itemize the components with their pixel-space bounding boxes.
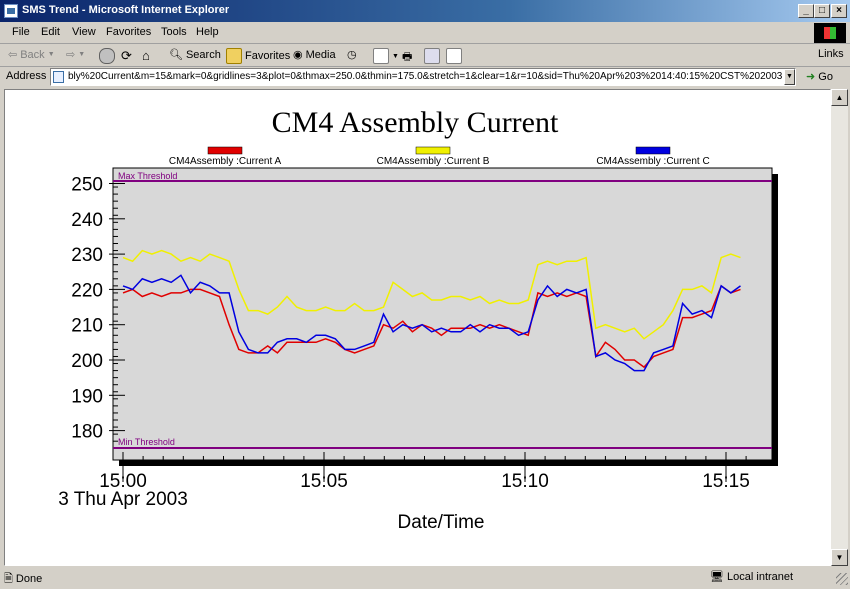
toolbar: ⇦ Back ▼ ⇨ ▼ ⟳ ⌂ 🔍︎ Search Favorites ◉ Media …: [0, 44, 850, 67]
forward-arrow-icon: ⇨: [66, 49, 76, 61]
menu-bar: File Edit View Favorites Tools Help: [0, 22, 850, 44]
y-tick-label: 180: [71, 422, 103, 443]
address-bar: Address bly%20Current&m=15&mark=0&gridli…: [0, 66, 850, 88]
status-bar: 🗎 Done 🖥︎ Local intranet: [0, 567, 850, 587]
legend-swatch-2: [415, 146, 451, 155]
stop-icon: [99, 48, 115, 64]
mail-button[interactable]: ▼: [373, 48, 399, 64]
security-zone: 🖥︎ Local intranet: [710, 570, 793, 583]
x-tick-label: 15:10: [501, 471, 549, 492]
search-icon: 🔍︎: [169, 49, 183, 61]
print-icon: 🖶︎: [402, 51, 413, 63]
refresh-icon: ⟳: [121, 48, 132, 63]
address-input[interactable]: bly%20Current&m=15&mark=0&gridlines=3&pl…: [50, 68, 796, 86]
back-label: Back: [20, 48, 45, 61]
edit-button[interactable]: [424, 48, 440, 64]
search-button[interactable]: 🔍︎ Search: [169, 48, 221, 62]
y-tick-label: 240: [71, 210, 103, 231]
legend-label-2: CM4Assembly :Current B: [377, 156, 490, 167]
links-button[interactable]: Links: [818, 48, 844, 60]
min-threshold-label: Min Threshold: [118, 437, 175, 447]
y-tick-label: 210: [71, 316, 103, 337]
discuss-icon: [446, 48, 462, 64]
address-url: bly%20Current&m=15&mark=0&gridlines=3&pl…: [68, 71, 783, 82]
menu-file[interactable]: File: [12, 26, 30, 38]
go-button[interactable]: ➜ Go: [806, 70, 833, 83]
plot-background: [112, 167, 773, 461]
stop-button[interactable]: [99, 48, 115, 64]
close-button[interactable]: ×: [831, 4, 847, 18]
scroll-up-button[interactable]: ▲: [831, 89, 848, 106]
y-tick-label: 200: [71, 351, 103, 372]
x-tick-label: 15:15: [702, 471, 750, 492]
legend-swatch-3: [635, 146, 671, 155]
favorites-button[interactable]: Favorites: [226, 48, 290, 64]
y-tick-label: 190: [71, 386, 103, 407]
x-tick-label: 15:05: [300, 471, 348, 492]
intranet-icon: 🖥︎: [710, 571, 724, 583]
resize-grip[interactable]: [836, 573, 848, 585]
edit-page-icon: [424, 48, 440, 64]
discuss-button[interactable]: [446, 48, 462, 64]
address-label: Address: [6, 70, 47, 82]
go-label: Go: [818, 71, 833, 83]
menu-view[interactable]: View: [72, 26, 96, 38]
window-title: SMS Trend - Microsoft Internet Explorer: [22, 4, 230, 16]
refresh-button[interactable]: ⟳: [121, 48, 132, 64]
max-threshold-label: Max Threshold: [118, 171, 177, 181]
history-button[interactable]: ◷: [347, 48, 357, 61]
menu-favorites[interactable]: Favorites: [106, 26, 151, 38]
menu-edit[interactable]: Edit: [41, 26, 60, 38]
menu-help[interactable]: Help: [196, 26, 219, 38]
home-button[interactable]: ⌂: [142, 48, 150, 63]
go-arrow-icon: ➜: [806, 71, 816, 83]
status-text: 🗎 Done: [4, 570, 42, 589]
chevron-down-icon: ▼: [392, 52, 399, 60]
forward-button[interactable]: ⇨ ▼: [66, 48, 85, 61]
ie-status-icon: 🗎: [4, 573, 13, 585]
x-axis-label: Date/Time: [398, 512, 485, 533]
favorites-label: Favorites: [245, 50, 291, 62]
favorites-folder-icon: [226, 48, 242, 64]
media-label: Media: [305, 48, 336, 61]
plot-area: 18019020021022023024025015:00 15:05 15:10 1…: [71, 167, 778, 492]
ie-page-icon: [4, 4, 18, 18]
maximize-button[interactable]: □: [814, 4, 830, 18]
menu-tools[interactable]: Tools: [161, 26, 187, 38]
address-dropdown-button[interactable]: ▼: [784, 69, 795, 85]
search-label: Search: [185, 48, 221, 61]
history-icon: ◷: [347, 49, 357, 61]
legend-label-1: CM4Assembly :Current A: [169, 156, 282, 167]
home-icon: ⌂: [142, 48, 150, 63]
back-button[interactable]: ⇦ Back ▼: [8, 48, 55, 62]
media-button[interactable]: ◉ Media: [293, 48, 336, 62]
page-content: CM4 Assembly Current CM4Assembly :Curren…: [4, 89, 831, 566]
chevron-down-icon: ▼: [47, 51, 55, 58]
windows-logo-icon: [814, 23, 846, 43]
chevron-down-icon: ▼: [78, 51, 86, 58]
vertical-scrollbar[interactable]: ▲ ▼: [831, 89, 848, 566]
print-button[interactable]: 🖶︎: [402, 48, 412, 67]
mail-icon: [373, 48, 389, 64]
scroll-down-button[interactable]: ▼: [831, 549, 848, 566]
y-tick-label: 220: [71, 280, 103, 301]
chart-legend: CM4Assembly :Current A CM4Assembly :Curre…: [169, 146, 710, 167]
title-bar: SMS Trend - Microsoft Internet Explorer …: [0, 0, 850, 22]
y-tick-label: 230: [71, 245, 103, 266]
legend-label-3: CM4Assembly :Current C: [596, 156, 709, 167]
legend-swatch-1: [207, 146, 243, 155]
date-label: 3 Thu Apr 2003: [58, 489, 188, 510]
page-icon: [53, 71, 64, 83]
status-done: Done: [15, 573, 43, 585]
minimize-button[interactable]: _: [798, 4, 814, 18]
media-icon: ◉: [293, 49, 303, 61]
chart-title: CM4 Assembly Current: [272, 106, 559, 139]
trend-chart: CM4 Assembly Current CM4Assembly :Curren…: [58, 106, 778, 533]
back-arrow-icon: ⇦: [8, 49, 18, 61]
links-label: Links: [818, 48, 844, 60]
y-tick-label: 250: [71, 175, 103, 196]
zone-label: Local intranet: [727, 571, 794, 583]
